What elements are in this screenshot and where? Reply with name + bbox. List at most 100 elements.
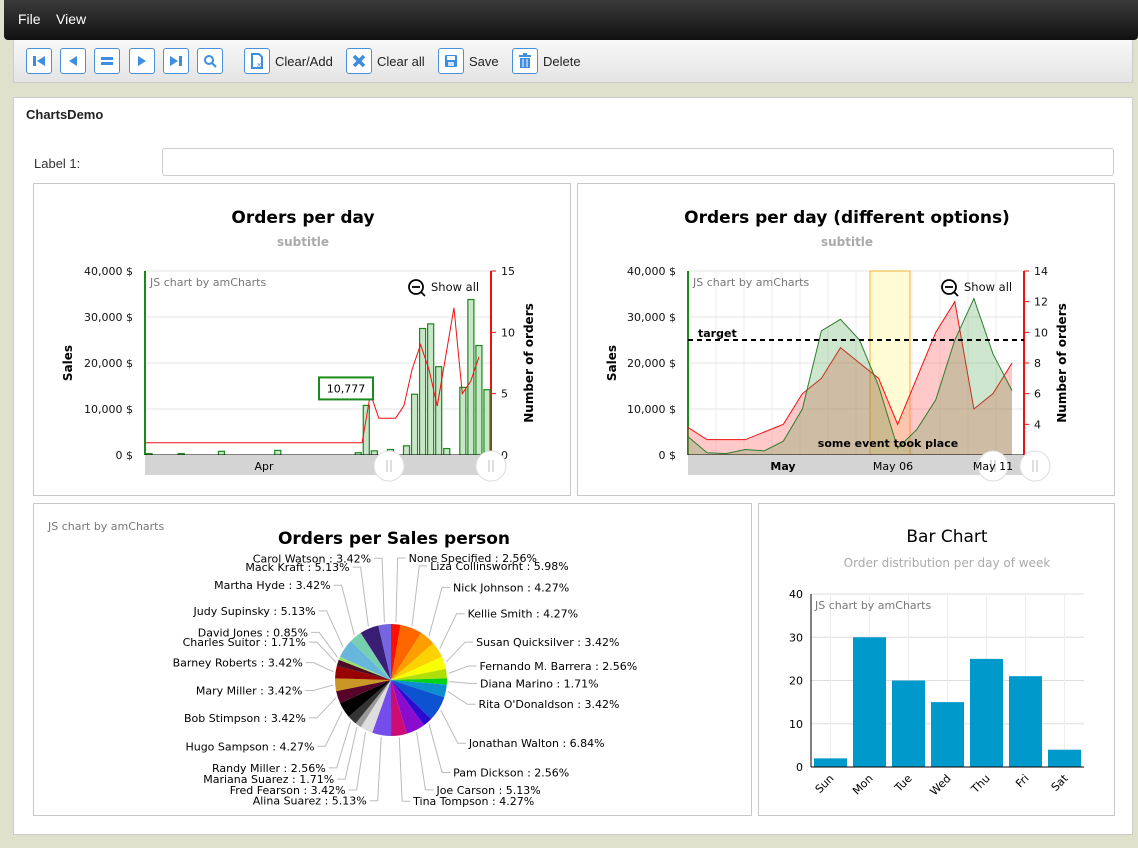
scrollbar-grip-handle[interactable] xyxy=(1019,450,1051,482)
y2-tick-label: 10 xyxy=(501,326,515,339)
next-record-button[interactable] xyxy=(129,48,155,74)
pie-label-line xyxy=(448,665,477,674)
skip-first-icon xyxy=(33,56,45,66)
sales-column[interactable] xyxy=(427,323,435,456)
scrollbar-track[interactable] xyxy=(145,455,491,475)
chart-title: Orders per Sales person xyxy=(278,529,510,549)
first-record-button[interactable] xyxy=(26,48,52,74)
chart-subtitle: Order distribution per day of week xyxy=(844,556,1051,570)
bar[interactable] xyxy=(1009,676,1042,767)
pie-label-line xyxy=(428,723,451,774)
watermark: JS chart by amCharts xyxy=(692,276,809,289)
bar[interactable] xyxy=(1048,749,1081,767)
pie-label-line xyxy=(448,681,477,684)
pie-label-line xyxy=(333,584,355,636)
pie-label: Susan Quicksilver : 3.42% xyxy=(476,636,619,649)
last-record-button[interactable] xyxy=(163,48,189,74)
chart-title: Bar Chart xyxy=(906,527,988,547)
sales-column[interactable] xyxy=(402,445,411,456)
watermark: JS chart by amCharts xyxy=(149,276,266,289)
menu-file[interactable]: File xyxy=(18,11,41,27)
close-icon xyxy=(352,54,366,68)
sales-column[interactable] xyxy=(370,450,378,456)
y-tick-label: 30 xyxy=(789,631,803,644)
sales-column[interactable] xyxy=(274,449,282,456)
sales-column[interactable] xyxy=(217,450,226,456)
pie-label-line xyxy=(318,610,344,648)
bar[interactable] xyxy=(853,637,886,767)
pie-label: Nick Johnson : 4.27% xyxy=(453,581,569,594)
y-axis-title: Sales xyxy=(605,345,619,381)
clear-add-button[interactable]: x xyxy=(244,48,270,74)
pie-label-line xyxy=(428,586,451,637)
y-tick-label: 20,000 $ xyxy=(84,357,133,370)
x-tick-label: Mon xyxy=(850,772,876,798)
y-tick-label: 0 xyxy=(796,761,803,774)
x-scroll-label: Apr xyxy=(254,460,274,473)
bar[interactable] xyxy=(892,680,925,768)
pie-label: Mary Miller : 3.42% xyxy=(196,685,302,698)
target-label: target xyxy=(698,327,737,340)
y-tick-label: 40 xyxy=(789,588,803,601)
charts-demo-panel: ChartsDemo Label 1: Orders per day subtit… xyxy=(13,97,1133,835)
pie-label: Martha Hyde : 3.42% xyxy=(214,579,330,592)
y2-tick-label: 10 xyxy=(1034,326,1048,339)
show-all-button[interactable]: Show all xyxy=(941,279,1012,297)
x-tick-label: Sun xyxy=(813,772,837,796)
delete-label[interactable]: Delete xyxy=(543,54,581,69)
clear-all-button[interactable] xyxy=(346,48,372,74)
x-tick-label: Fri xyxy=(1013,772,1031,790)
sales-column[interactable] xyxy=(483,389,491,456)
save-label[interactable]: Save xyxy=(469,54,499,69)
y2-tick-label: 12 xyxy=(1034,296,1048,309)
previous-record-button[interactable] xyxy=(60,48,86,74)
scrollbar-grip-handle[interactable] xyxy=(475,450,507,482)
sales-column[interactable] xyxy=(467,298,475,456)
bar[interactable] xyxy=(814,758,847,767)
pie-label-line xyxy=(416,731,434,791)
bar[interactable] xyxy=(970,658,1003,767)
y2-axis-title: Number of orders xyxy=(522,303,536,423)
current-record-button[interactable] xyxy=(94,48,120,74)
scrollbar-grip-handle[interactable] xyxy=(373,450,405,482)
y-tick-label: 40,000 $ xyxy=(84,265,133,278)
label1-input[interactable] xyxy=(162,148,1114,176)
pie-label-line xyxy=(305,684,334,692)
pie-label: Rita O'Donaldson : 3.42% xyxy=(478,698,619,711)
sales-column[interactable] xyxy=(435,366,443,456)
pie-label: Jonathan Walton : 6.84% xyxy=(468,737,605,750)
x-tick-label: May 11 xyxy=(973,460,1013,473)
x-tick-label: Sat xyxy=(1049,771,1071,793)
scrollbar-grip[interactable] xyxy=(1019,450,1051,482)
y-tick-label: 20,000 $ xyxy=(627,357,676,370)
watermark: JS chart by amCharts xyxy=(814,599,931,612)
bar[interactable] xyxy=(931,702,964,767)
show-all-label: Show all xyxy=(964,280,1012,294)
sales-column[interactable] xyxy=(443,447,451,456)
clear-add-label[interactable]: Clear/Add xyxy=(275,54,333,69)
delete-button[interactable] xyxy=(512,48,538,74)
search-button[interactable] xyxy=(197,48,223,74)
sales-column[interactable] xyxy=(418,327,427,456)
scrollbar-grip[interactable] xyxy=(475,450,507,482)
y2-tick-label: 15 xyxy=(501,265,515,278)
save-button[interactable] xyxy=(438,48,464,74)
pie-label-line xyxy=(308,697,337,719)
pie-label-line xyxy=(398,737,411,802)
sales-column[interactable] xyxy=(410,393,419,456)
y2-tick-label: 4 xyxy=(1034,418,1041,431)
label1-label: Label 1: xyxy=(34,156,81,171)
pie-label-line xyxy=(369,737,382,802)
zoom-out-icon-handle xyxy=(953,291,959,297)
chart-subtitle: subtitle xyxy=(821,235,873,249)
pie-label-line xyxy=(447,691,476,705)
x-tick-label: May 06 xyxy=(873,460,913,473)
sales-column[interactable] xyxy=(459,386,467,456)
scrollbar-grip[interactable] xyxy=(373,450,405,482)
clear-all-label[interactable]: Clear all xyxy=(377,54,425,69)
pie-label: Hugo Sampson : 4.27% xyxy=(185,740,314,753)
show-all-button[interactable]: Show all xyxy=(408,279,479,297)
x-tick-label: May xyxy=(770,460,795,473)
y-tick-label: 0 $ xyxy=(659,449,677,462)
menu-view[interactable]: View xyxy=(56,11,86,27)
